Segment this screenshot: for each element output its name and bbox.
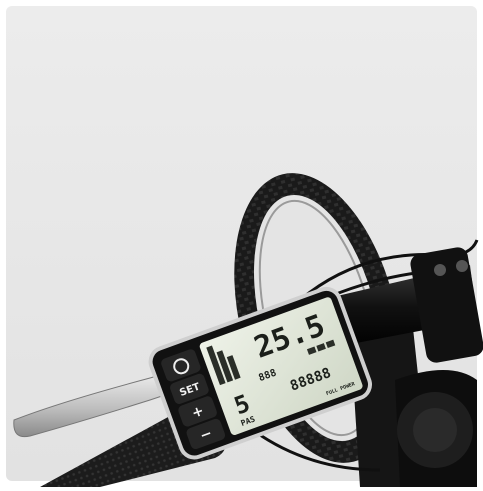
ebike-display-photo: SET + − 25.5 5 PAS 888 88888 FULL POWER: [0, 0, 483, 487]
photo-scene: SET + − 25.5 5 PAS 888 88888 FULL POWER: [0, 0, 483, 487]
